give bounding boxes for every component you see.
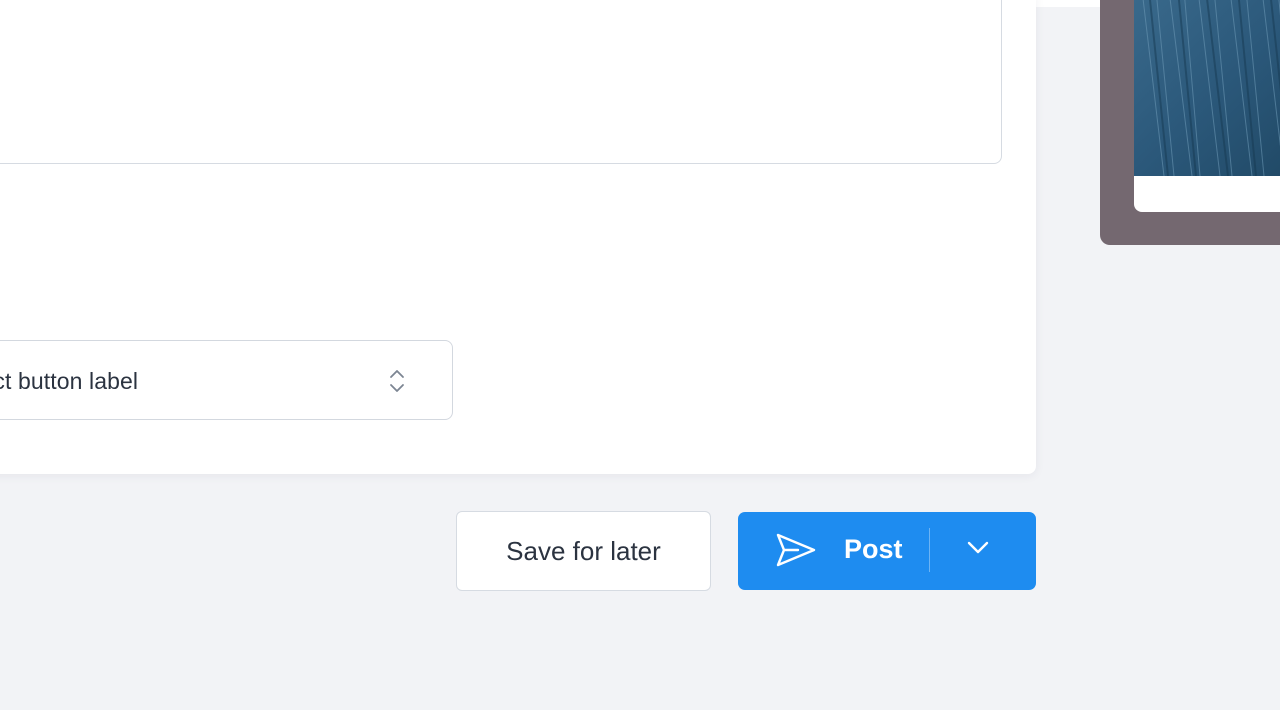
button-label-select[interactable]: Select button label [0, 340, 453, 420]
send-icon [774, 530, 818, 570]
post-label: Post [844, 534, 903, 564]
save-for-later-button[interactable]: Save for later [456, 511, 711, 591]
post-options-button[interactable] [930, 512, 1036, 590]
save-for-later-label: Save for later [506, 535, 661, 566]
message-textarea[interactable] [0, 0, 1002, 164]
button-label-select-value: Select button label [0, 368, 139, 394]
post-button[interactable]: Post [738, 512, 930, 590]
chevron-up-down-icon [385, 363, 409, 399]
preview-panel [1100, 0, 1280, 245]
chevron-down-icon [967, 541, 989, 554]
preview-card [1134, 0, 1280, 212]
preview-image [1134, 0, 1280, 176]
post-composer-page: Select button label Save for later Post [0, 0, 1280, 710]
bottom-strip [0, 710, 1280, 720]
post-split-button: Post [738, 512, 1036, 590]
